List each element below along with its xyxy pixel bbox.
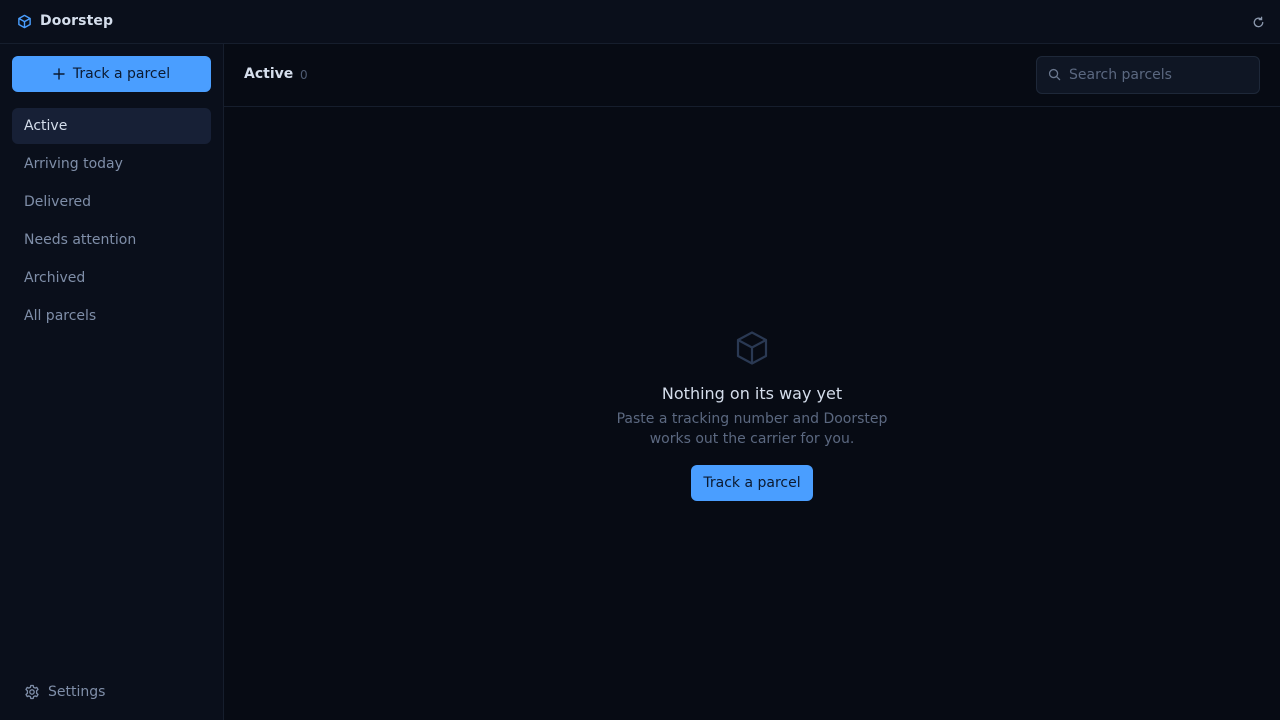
sidebar-item-label: Delivered xyxy=(24,194,92,210)
gear-icon xyxy=(25,684,39,700)
empty-state-description: Paste a tracking number and Doorstep wor… xyxy=(616,411,888,447)
plus-icon xyxy=(53,68,65,80)
search-icon xyxy=(1048,68,1061,81)
sidebar-nav: Active Arriving today Delivered Needs at… xyxy=(12,108,211,336)
settings-label: Settings xyxy=(48,684,106,700)
track-parcel-button[interactable]: Track a parcel xyxy=(12,56,211,92)
sidebar-item-label: Arriving today xyxy=(24,156,123,172)
search-input[interactable] xyxy=(1069,57,1255,93)
track-parcel-button-label: Track a parcel xyxy=(72,66,171,82)
settings-button[interactable]: Settings xyxy=(24,684,105,700)
empty-state: Nothing on its way yet Paste a tracking … xyxy=(224,330,1280,501)
title-bar: Doorstep xyxy=(0,0,1280,44)
sidebar-item-active[interactable]: Active xyxy=(12,108,211,144)
app-title: Doorstep xyxy=(40,13,114,29)
empty-track-parcel-button[interactable]: Track a parcel xyxy=(691,465,813,501)
box-icon xyxy=(736,331,768,365)
refresh-icon xyxy=(1253,16,1263,27)
sidebar-item-label: All parcels xyxy=(24,308,97,324)
sidebar: Track a parcel Active Arriving today Del… xyxy=(0,44,224,720)
sidebar-item-needs-attention[interactable]: Needs attention xyxy=(12,222,211,258)
sidebar-item-arriving-today[interactable]: Arriving today xyxy=(12,146,211,182)
main-content: Active 0 Nothing on its way yet Paste a … xyxy=(224,44,1280,720)
sidebar-item-label: Active xyxy=(24,118,68,134)
search-box[interactable] xyxy=(1036,56,1260,94)
empty-state-title: Nothing on its way yet xyxy=(661,384,843,403)
refresh-button[interactable] xyxy=(1250,14,1266,30)
sidebar-item-label: Needs attention xyxy=(24,232,137,248)
sidebar-item-all-parcels[interactable]: All parcels xyxy=(12,298,211,334)
box-icon xyxy=(18,14,31,29)
sidebar-item-label: Archived xyxy=(24,270,86,286)
parcel-count: 0 xyxy=(300,68,308,82)
sidebar-item-delivered[interactable]: Delivered xyxy=(12,184,211,220)
sidebar-item-archived[interactable]: Archived xyxy=(12,260,211,296)
main-header: Active 0 xyxy=(224,44,1280,107)
page-title: Active xyxy=(244,66,294,82)
